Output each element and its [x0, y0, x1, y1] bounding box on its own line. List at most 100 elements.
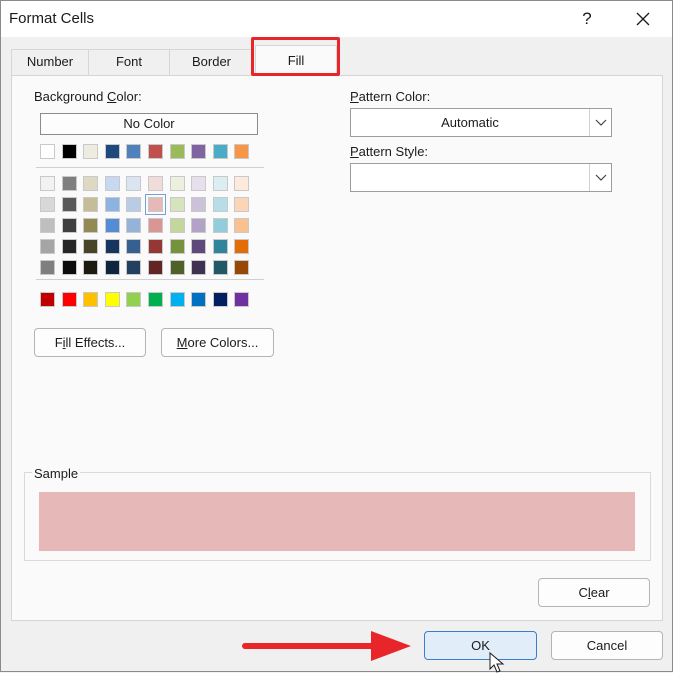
- more-colors-button[interactable]: More Colors...: [161, 328, 274, 357]
- tab-number-label: Number: [26, 54, 74, 69]
- standard-color-swatch[interactable]: [148, 292, 163, 307]
- tint-color-swatch[interactable]: [191, 239, 207, 254]
- tint-color-swatch[interactable]: [104, 197, 120, 212]
- close-icon: [636, 12, 650, 26]
- pattern-color-dropdown-arrow[interactable]: [589, 109, 611, 136]
- tint-color-swatch[interactable]: [40, 197, 55, 212]
- standard-color-swatch[interactable]: [83, 292, 99, 307]
- theme-color-swatch[interactable]: [191, 144, 207, 159]
- tab-fill-highlight-annotation: [251, 37, 340, 76]
- tint-color-swatch[interactable]: [169, 197, 185, 212]
- window-title: Format Cells: [9, 10, 95, 27]
- tint-color-swatch[interactable]: [126, 239, 142, 254]
- theme-color-swatch[interactable]: [148, 144, 163, 159]
- tint-color-swatch[interactable]: [148, 176, 163, 191]
- tint-color-swatch[interactable]: [40, 239, 55, 254]
- tint-color-swatch[interactable]: [169, 260, 185, 275]
- tint-color-swatch[interactable]: [234, 260, 250, 275]
- pattern-color-dropdown[interactable]: Automatic: [350, 108, 612, 137]
- tint-color-swatch[interactable]: [212, 197, 228, 212]
- tint-color-swatch[interactable]: [148, 260, 163, 275]
- tint-color-swatch[interactable]: [104, 239, 120, 254]
- tint-color-swatch[interactable]: [104, 260, 120, 275]
- tint-color-swatch[interactable]: [40, 176, 55, 191]
- tab-border[interactable]: Border: [169, 49, 254, 75]
- sample-preview: [39, 492, 635, 551]
- tint-color-swatch[interactable]: [145, 194, 166, 215]
- sample-label: Sample: [32, 466, 81, 481]
- tint-color-swatch[interactable]: [234, 176, 250, 191]
- theme-color-swatch[interactable]: [61, 144, 77, 159]
- tint-color-swatch[interactable]: [148, 239, 163, 254]
- tab-number[interactable]: Number: [11, 49, 89, 75]
- tint-color-swatch[interactable]: [83, 197, 99, 212]
- tint-color-swatch[interactable]: [83, 176, 99, 191]
- tab-font[interactable]: Font: [88, 49, 170, 75]
- tint-color-swatch[interactable]: [234, 239, 250, 254]
- theme-color-swatch[interactable]: [40, 144, 55, 159]
- tint-color-swatch[interactable]: [126, 197, 142, 212]
- cancel-button[interactable]: Cancel: [551, 631, 663, 660]
- tint-color-swatch[interactable]: [83, 239, 99, 254]
- tint-color-swatch[interactable]: [61, 197, 77, 212]
- no-color-button[interactable]: No Color: [40, 113, 258, 135]
- tint-color-swatch[interactable]: [191, 197, 207, 212]
- palette-separator-1: [36, 167, 264, 168]
- standard-color-swatch[interactable]: [191, 292, 207, 307]
- tint-color-swatch[interactable]: [191, 176, 207, 191]
- theme-color-swatch[interactable]: [234, 144, 250, 159]
- close-button[interactable]: [621, 3, 665, 35]
- tint-color-swatch[interactable]: [126, 218, 142, 233]
- chevron-down-icon: [595, 119, 607, 126]
- arrow-right-icon: [242, 631, 411, 661]
- tint-color-swatch[interactable]: [126, 260, 142, 275]
- standard-color-swatch[interactable]: [212, 292, 228, 307]
- tint-color-swatch[interactable]: [191, 260, 207, 275]
- chevron-down-icon: [595, 174, 607, 181]
- tint-color-swatch[interactable]: [212, 239, 228, 254]
- standard-color-swatch[interactable]: [40, 292, 55, 307]
- standard-color-swatch[interactable]: [61, 292, 77, 307]
- tint-color-swatch[interactable]: [234, 197, 250, 212]
- tint-color-swatch[interactable]: [126, 176, 142, 191]
- standard-color-swatch[interactable]: [169, 292, 185, 307]
- theme-color-swatch[interactable]: [83, 144, 99, 159]
- standard-color-swatch[interactable]: [126, 292, 142, 307]
- tint-color-swatch[interactable]: [104, 176, 120, 191]
- tint-color-swatch[interactable]: [148, 218, 163, 233]
- pattern-color-value: Automatic: [441, 115, 499, 130]
- theme-color-swatch[interactable]: [126, 144, 142, 159]
- pattern-color-label: Pattern Color:: [350, 89, 431, 104]
- background-color-label: Background Color:: [34, 89, 142, 104]
- pattern-style-dropdown-arrow[interactable]: [589, 164, 611, 191]
- tint-color-swatch[interactable]: [104, 218, 120, 233]
- theme-color-swatch[interactable]: [104, 144, 120, 159]
- tint-color-swatch[interactable]: [234, 218, 250, 233]
- format-cells-dialog: Format Cells ? Number Font Border Fill B…: [0, 0, 673, 673]
- tint-color-swatch[interactable]: [169, 176, 185, 191]
- tint-color-swatch[interactable]: [61, 239, 77, 254]
- tint-color-swatch[interactable]: [212, 176, 228, 191]
- fill-tab-panel: Background Color: No Color Fill Effects.…: [11, 75, 663, 621]
- tint-color-swatch[interactable]: [191, 218, 207, 233]
- tint-color-swatch[interactable]: [83, 218, 99, 233]
- pattern-style-dropdown[interactable]: [350, 163, 612, 192]
- tint-color-swatch[interactable]: [40, 218, 55, 233]
- tint-color-swatch[interactable]: [169, 218, 185, 233]
- fill-effects-button[interactable]: Fill Effects...: [34, 328, 146, 357]
- tint-color-swatch[interactable]: [169, 239, 185, 254]
- ok-button[interactable]: OK: [424, 631, 537, 660]
- theme-color-swatch[interactable]: [212, 144, 228, 159]
- tint-color-swatch[interactable]: [212, 260, 228, 275]
- tint-color-swatch[interactable]: [61, 176, 77, 191]
- standard-color-swatch[interactable]: [234, 292, 250, 307]
- theme-color-swatch[interactable]: [169, 144, 185, 159]
- tint-color-swatch[interactable]: [40, 260, 55, 275]
- tint-color-swatch[interactable]: [212, 218, 228, 233]
- clear-button[interactable]: Clear: [538, 578, 650, 607]
- help-button[interactable]: ?: [567, 3, 607, 35]
- tint-color-swatch[interactable]: [61, 260, 77, 275]
- standard-color-swatch[interactable]: [104, 292, 120, 307]
- tint-color-swatch[interactable]: [83, 260, 99, 275]
- tint-color-swatch[interactable]: [61, 218, 77, 233]
